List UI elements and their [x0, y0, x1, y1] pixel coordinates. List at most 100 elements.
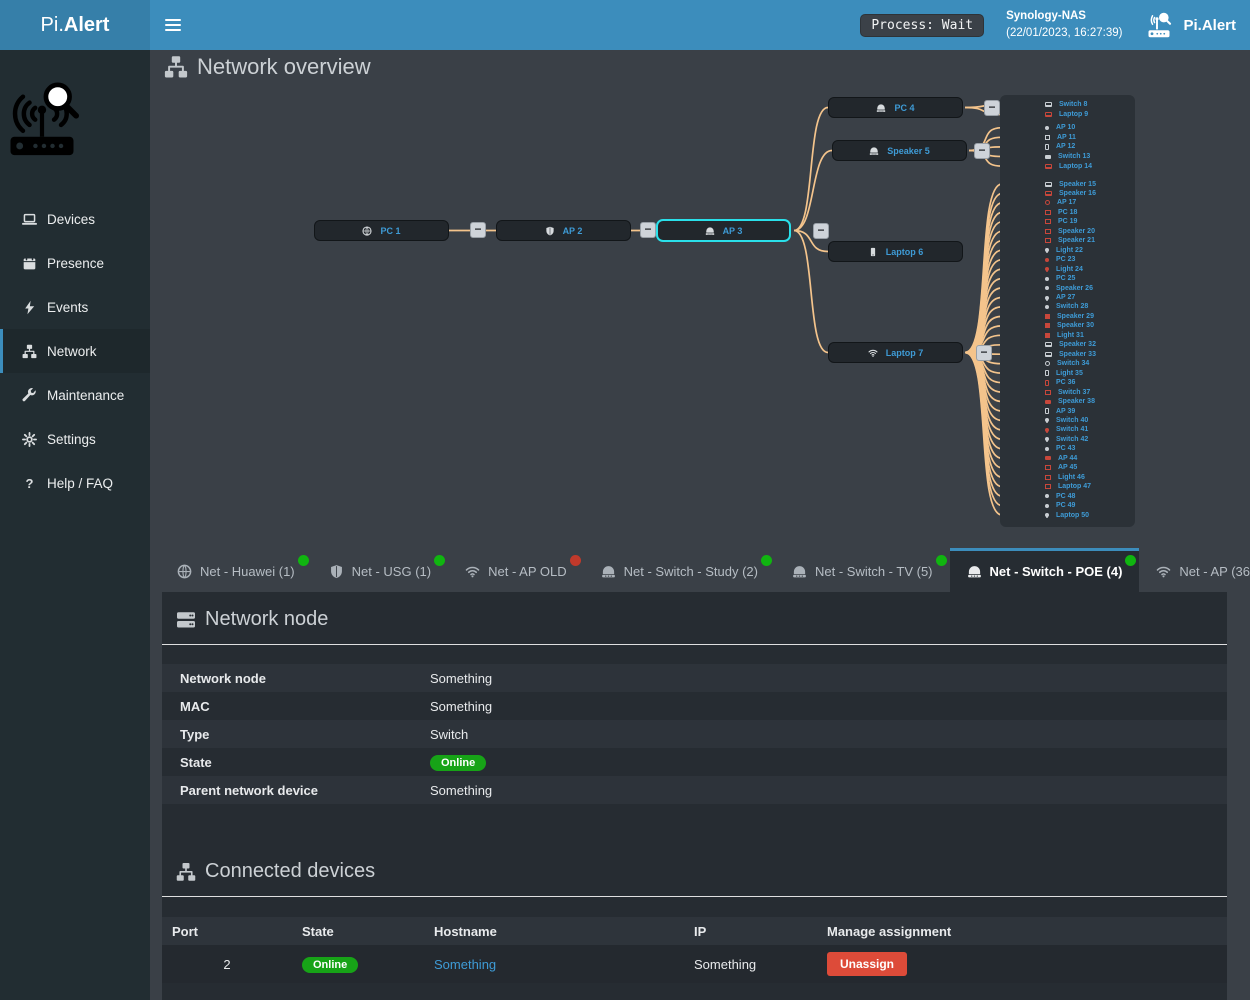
- sidebar-item-label: Network: [47, 344, 97, 359]
- sidebar-item-label: Maintenance: [47, 388, 124, 403]
- leaf-device-pc-48[interactable]: PC 48: [1000, 492, 1135, 501]
- sidebar-item-settings[interactable]: Settings: [0, 417, 150, 461]
- leaf-device-ap-27[interactable]: AP 27: [1000, 293, 1135, 302]
- leaf-device-pc-43[interactable]: PC 43: [1000, 444, 1135, 453]
- collapse-button[interactable]: −: [976, 345, 992, 361]
- leaf-device-switch-42[interactable]: Switch 42: [1000, 435, 1135, 444]
- network-node-label: AP 3: [723, 226, 743, 236]
- leaf-device-pc-18[interactable]: PC 18: [1000, 208, 1135, 217]
- leaf-device-light-31[interactable]: Light 31: [1000, 331, 1135, 340]
- leaf-device-label: Light 35: [1056, 370, 1083, 377]
- unassign-button[interactable]: Unassign: [827, 952, 907, 976]
- leaf-device-ap-11[interactable]: AP 11: [1000, 133, 1135, 142]
- leaf-device-speaker-15[interactable]: Speaker 15: [1000, 180, 1135, 189]
- app-logo[interactable]: Pi.Alert: [0, 0, 150, 50]
- leaf-device-speaker-26[interactable]: Speaker 26: [1000, 284, 1135, 293]
- network-node-laptop-7[interactable]: Laptop 7: [828, 342, 963, 363]
- parent-device-link[interactable]: Something: [430, 783, 492, 798]
- leaf-device-switch-28[interactable]: Switch 28: [1000, 302, 1135, 311]
- state-online-badge: Online: [302, 957, 358, 973]
- hostname-link[interactable]: Something: [424, 957, 684, 972]
- leaf-device-laptop-47[interactable]: Laptop 47: [1000, 482, 1135, 491]
- leaf-device-speaker-20[interactable]: Speaker 20: [1000, 227, 1135, 236]
- leaf-device-speaker-32[interactable]: Speaker 32: [1000, 340, 1135, 349]
- leaf-device-speaker-33[interactable]: Speaker 33: [1000, 350, 1135, 359]
- device-type-icon: [1045, 484, 1051, 489]
- network-node-pc-1[interactable]: PC 1: [314, 220, 449, 241]
- collapse-button[interactable]: −: [470, 222, 486, 238]
- collapse-button[interactable]: −: [640, 222, 656, 238]
- network-node-pc-4[interactable]: PC 4: [828, 97, 963, 118]
- leaf-device-label: Speaker 32: [1059, 341, 1096, 348]
- column-header-hostname: Hostname: [424, 924, 684, 939]
- network-node-ap-2[interactable]: AP 2: [496, 220, 631, 241]
- network-node-laptop-6[interactable]: Laptop 6: [828, 241, 963, 262]
- leaf-device-switch-40[interactable]: Switch 40: [1000, 416, 1135, 425]
- leaf-device-pc-19[interactable]: PC 19: [1000, 217, 1135, 226]
- leaf-device-pc-23[interactable]: PC 23: [1000, 255, 1135, 264]
- leaf-device-speaker-38[interactable]: Speaker 38: [1000, 397, 1135, 406]
- server-icon: [176, 610, 196, 630]
- leaf-device-label: Switch 42: [1056, 436, 1088, 443]
- leaf-device-switch-41[interactable]: Switch 41: [1000, 425, 1135, 434]
- device-type-icon: [1045, 135, 1050, 140]
- tab-net-huawei-1[interactable]: Net - Huawei (1): [160, 548, 312, 592]
- leaf-device-switch-8[interactable]: Switch 8: [1000, 100, 1135, 109]
- leaf-device-pc-25[interactable]: PC 25: [1000, 274, 1135, 283]
- page-title-text: Network overview: [197, 54, 371, 80]
- tab-net-switch-tv-5[interactable]: Net - Switch - TV (5): [775, 548, 950, 592]
- leaf-device-laptop-14[interactable]: Laptop 14: [1000, 162, 1135, 171]
- leaf-device-pc-49[interactable]: PC 49: [1000, 501, 1135, 510]
- leaf-device-speaker-21[interactable]: Speaker 21: [1000, 236, 1135, 245]
- leaf-device-ap-12[interactable]: AP 12: [1000, 142, 1135, 151]
- collapse-button[interactable]: −: [813, 223, 829, 239]
- sidebar-item-devices[interactable]: Devices: [0, 197, 150, 241]
- leaf-device-laptop-50[interactable]: Laptop 50: [1000, 511, 1135, 520]
- leaf-device-label: Light 46: [1058, 474, 1085, 481]
- device-type-icon: [1045, 352, 1052, 357]
- sidebar-item-maintenance[interactable]: Maintenance: [0, 373, 150, 417]
- leaf-device-switch-34[interactable]: Switch 34: [1000, 359, 1135, 368]
- leaf-device-speaker-30[interactable]: Speaker 30: [1000, 321, 1135, 330]
- network-node-speaker-5[interactable]: Speaker 5: [832, 140, 967, 161]
- collapse-button[interactable]: −: [974, 143, 990, 159]
- tab-net-ap-36[interactable]: Net - AP (36): [1139, 548, 1250, 592]
- tab-net-switch-study-2[interactable]: Net - Switch - Study (2): [584, 548, 775, 592]
- sidebar-item-label: Help / FAQ: [47, 476, 113, 491]
- leaf-device-switch-13[interactable]: Switch 13: [1000, 152, 1135, 161]
- leaf-device-light-24[interactable]: Light 24: [1000, 265, 1135, 274]
- leaf-device-switch-37[interactable]: Switch 37: [1000, 388, 1135, 397]
- leaf-device-label: Speaker 33: [1059, 351, 1096, 358]
- kv-value-text: Switch: [430, 727, 468, 742]
- sidebar-item-events[interactable]: Events: [0, 285, 150, 329]
- connected-devices-table-body: 2 Online Something Something Unassign: [162, 945, 1227, 983]
- tab-net-switch-poe-4[interactable]: Net - Switch - POE (4): [950, 548, 1140, 592]
- bolt-icon: [22, 300, 37, 315]
- leaf-device-label: PC 49: [1056, 502, 1075, 509]
- collapse-button[interactable]: −: [984, 100, 1000, 116]
- leaf-device-ap-10[interactable]: AP 10: [1000, 123, 1135, 132]
- leaf-device-ap-45[interactable]: AP 45: [1000, 463, 1135, 472]
- leaf-device-light-35[interactable]: Light 35: [1000, 369, 1135, 378]
- leaf-device-light-22[interactable]: Light 22: [1000, 246, 1135, 255]
- device-type-icon: [1045, 102, 1052, 107]
- network-node-ap-3[interactable]: AP 3: [656, 219, 791, 242]
- sidebar-item-help-faq[interactable]: ?Help / FAQ: [0, 461, 150, 505]
- sidebar-item-presence[interactable]: Presence: [0, 241, 150, 285]
- tab-status-dot: [298, 555, 309, 566]
- leaf-device-ap-44[interactable]: AP 44: [1000, 454, 1135, 463]
- tab-net-ap-old[interactable]: Net - AP OLD: [448, 548, 584, 592]
- leaf-device-ap-17[interactable]: AP 17: [1000, 198, 1135, 207]
- tab-net-usg-1[interactable]: Net - USG (1): [312, 548, 448, 592]
- leaf-device-speaker-29[interactable]: Speaker 29: [1000, 312, 1135, 321]
- device-type-icon: [1045, 112, 1052, 117]
- leaf-device-ap-39[interactable]: AP 39: [1000, 407, 1135, 416]
- switch-icon: [967, 564, 982, 579]
- leaf-device-laptop-9[interactable]: Laptop 9: [1000, 110, 1135, 119]
- leaf-device-pc-36[interactable]: PC 36: [1000, 378, 1135, 387]
- leaf-device-light-46[interactable]: Light 46: [1000, 473, 1135, 482]
- hamburger-menu-icon[interactable]: [150, 0, 196, 50]
- leaf-device-label: Speaker 26: [1056, 285, 1093, 292]
- sidebar-item-network[interactable]: Network: [0, 329, 150, 373]
- leaf-device-speaker-16[interactable]: Speaker 16: [1000, 189, 1135, 198]
